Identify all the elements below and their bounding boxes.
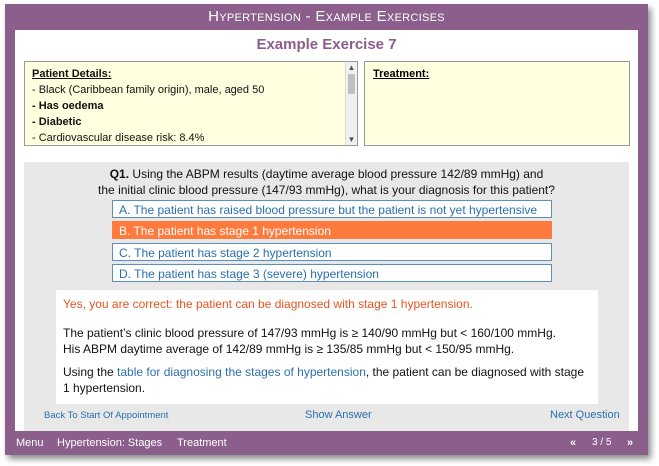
patient-details-box[interactable]: Patient Details: - Black (Caribbean fami… [24,61,358,146]
stages-table-link[interactable]: table for diagnosing the stages of hyper… [117,365,366,379]
option-d[interactable]: D. The patient has stage 3 (severe) hype… [112,264,552,282]
footer-bar: Menu Hypertension: Stages Treatment « 3 … [5,431,648,455]
feedback-explanation: The patient’s clinic blood pressure of 1… [63,325,588,357]
feedback-line-abpm: His ABPM daytime average of 142/89 mmHg … [63,342,515,356]
show-answer-link[interactable]: Show Answer [305,409,372,421]
feedback-conclusion-pre: Using the [63,365,118,379]
question-area: Q1. Using the ABPM results (daytime aver… [24,162,629,431]
next-question-link[interactable]: Next Question [550,409,620,421]
patient-line-diabetic: - Diabetic [32,116,82,128]
patient-line-origin: - Black (Caribbean family origin), male,… [32,84,265,96]
question-text: Q1. Using the ABPM results (daytime aver… [24,166,629,198]
scroll-thumb[interactable] [348,74,355,94]
scroll-down-icon[interactable]: ▼ [346,134,357,145]
treatment-heading: Treatment: [373,68,430,80]
question-line-1: Using the ABPM results (daytime average … [129,167,544,181]
scroll-up-icon[interactable]: ▲ [346,62,357,73]
window-title: Hypertension - Example Exercises [208,8,445,25]
feedback-line-clinic: The patient’s clinic blood pressure of 1… [63,326,556,340]
menu-link[interactable]: Menu [16,431,44,455]
exercise-nav: Back To Start Of Appointment Show Answer… [24,409,629,427]
treatment-link[interactable]: Treatment [177,431,227,455]
patient-line-oedema: - Has oedema [32,100,104,112]
prev-page-icon[interactable]: « [570,431,576,455]
feedback-conclusion: Using the table for diagnosing the stage… [63,364,588,396]
treatment-box: Treatment: [364,61,630,146]
feedback-correct: Yes, you are correct: the patient can be… [63,297,473,311]
patient-line-cvd-risk: - Cardiovascular disease risk: 8.4% [32,132,205,144]
option-c[interactable]: C. The patient has stage 2 hypertension [112,243,552,261]
question-line-2: the initial clinic blood pressure (147/9… [98,183,555,197]
app-window: Hypertension - Example Exercises Example… [5,4,648,455]
back-to-start-link[interactable]: Back To Start Of Appointment [44,410,168,421]
feedback-box: Yes, you are correct: the patient can be… [56,290,598,404]
hypertension-stages-link[interactable]: Hypertension: Stages [57,431,162,455]
option-a[interactable]: A. The patient has raised blood pressure… [112,200,552,218]
exercise-panel: Example Exercise 7 Patient Details: - Bl… [15,30,638,431]
question-number: Q1. [109,167,130,181]
patient-scrollbar[interactable]: ▲ ▼ [345,62,357,145]
next-page-icon[interactable]: » [627,431,633,455]
exercise-title: Example Exercise 7 [256,36,397,53]
patient-details-heading: Patient Details: [32,68,112,80]
option-b-selected[interactable]: B. The patient has stage 1 hypertension [112,221,552,239]
page-indicator: 3 / 5 [592,437,612,448]
